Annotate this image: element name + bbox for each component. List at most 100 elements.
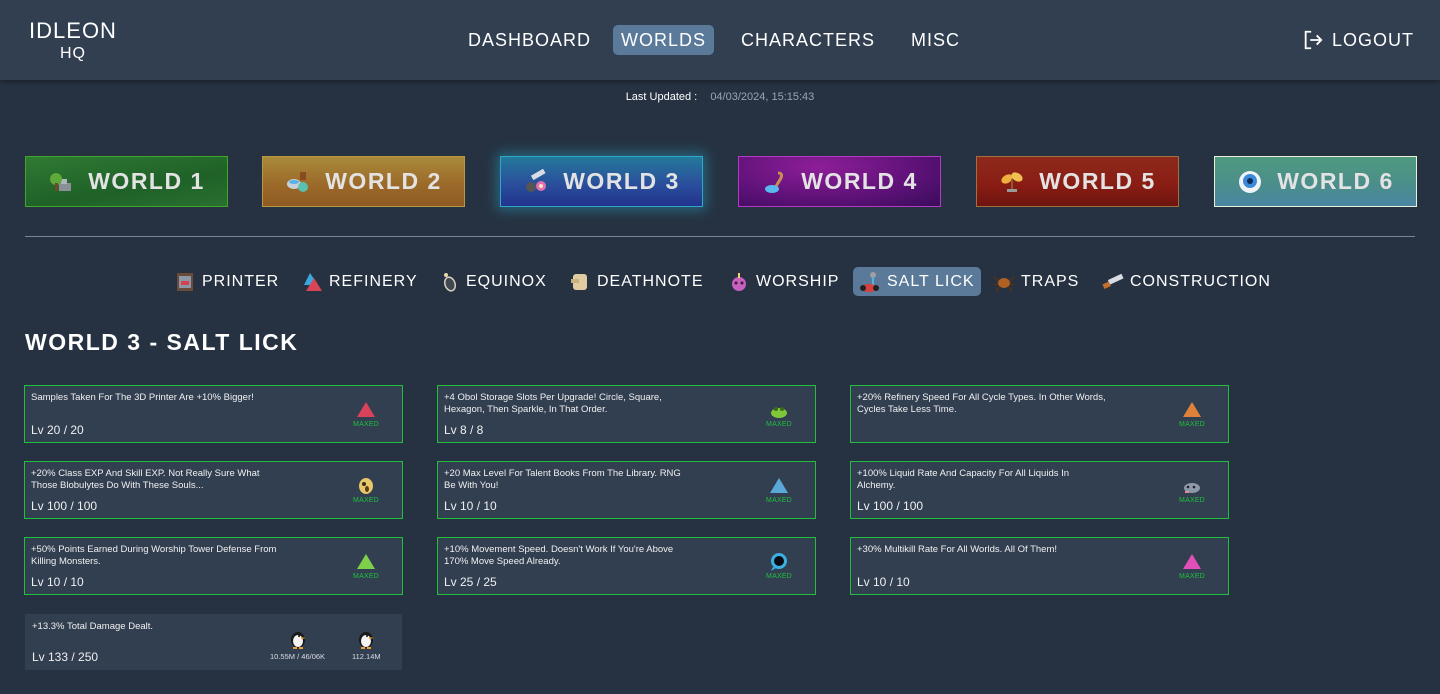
bonus-item: MAXED [765, 400, 793, 428]
green-salt-icon [357, 554, 375, 569]
tab-printer-label: PRINTER [202, 272, 280, 290]
logout-button[interactable]: LOGOUT [1302, 28, 1414, 52]
maxed-label: MAXED [353, 497, 379, 504]
bonus-description: +50% Points Earned During Worship Tower … [31, 544, 277, 567]
bonus-level: Lv 133 / 250 [32, 650, 99, 664]
gaming-sprout-icon [1001, 171, 1023, 192]
main-nav: DASHBOARD WORLDS CHARACTERS MISC [0, 25, 1440, 55]
world-4-button[interactable]: WORLD 4 [738, 156, 941, 207]
nav-characters[interactable]: CHARACTERS [733, 25, 883, 55]
section-divider [25, 236, 1415, 237]
bonus-card: +13.3% Total Damage Dealt. Lv 133 / 250 … [25, 614, 402, 670]
bonus-description: +4 Obol Storage Slots Per Upgrade! Circl… [444, 392, 662, 415]
penguin-icon [359, 632, 375, 649]
maxed-label: MAXED [1179, 497, 1205, 504]
soul-ghost-icon [359, 478, 373, 494]
trap-spider-icon [993, 275, 1015, 291]
bonus-level: Lv 10 / 10 [444, 499, 497, 513]
world-6-button[interactable]: WORLD 6 [1214, 156, 1417, 207]
nav-worlds[interactable]: WORLDS [613, 25, 715, 55]
bonus-item: MAXED [352, 400, 380, 428]
bonus-description: +100% Liquid Rate And Capacity For All L… [857, 468, 1070, 491]
world-5-button[interactable]: WORLD 5 [976, 156, 1179, 207]
tab-worship-label: WORSHIP [756, 272, 840, 290]
bonus-card: +20 Max Level For Talent Books From The … [437, 461, 816, 519]
world-4-label: WORLD 4 [801, 168, 918, 194]
maxed-label: MAXED [766, 421, 792, 428]
tab-deathnote-label: DEATHNOTE [597, 272, 704, 290]
blue-orb-icon [771, 553, 787, 571]
tab-traps[interactable]: TRAPS [987, 267, 1085, 296]
tab-deathnote[interactable]: DEATHNOTE [563, 267, 709, 296]
worship-skull-icon [732, 272, 746, 291]
world-3-label: WORLD 3 [563, 168, 680, 194]
saw-icon [1102, 273, 1124, 289]
bonus-item: MAXED [1178, 476, 1206, 504]
world-1-button[interactable]: WORLD 1 [25, 156, 228, 207]
salt-lick-icon [860, 271, 879, 292]
green-frog-icon [771, 407, 787, 418]
maxed-label: MAXED [766, 497, 792, 504]
tab-refinery[interactable]: REFINERY [295, 267, 424, 296]
tab-equinox-label: EQUINOX [466, 272, 547, 290]
tab-traps-label: TRAPS [1021, 272, 1080, 290]
bonus-description: +30% Multikill Rate For All Worlds. All … [857, 544, 1058, 555]
bonus-item: MAXED [352, 476, 380, 504]
tab-salt-lick[interactable]: SALT LICK [853, 267, 981, 296]
bonus-level: Lv 100 / 100 [31, 499, 98, 513]
tab-construction-label: CONSTRUCTION [1130, 272, 1271, 290]
penguin-icon [290, 632, 306, 649]
tab-construction[interactable]: CONSTRUCTION [1096, 267, 1277, 296]
deathnote-scroll-icon [571, 273, 587, 290]
last-updated-value: 04/03/2024, 15:15:43 [710, 91, 815, 103]
tab-refinery-label: REFINERY [329, 272, 418, 290]
cost-value: 10.55M / 46/06K [270, 652, 326, 661]
cost-item: 10.55M / 46/06K [270, 629, 325, 661]
farming-eye-icon [1239, 170, 1262, 193]
anvil-tree-icon [50, 172, 72, 191]
bonus-level: Lv 20 / 20 [31, 423, 84, 437]
bonus-level: Lv 25 / 25 [444, 575, 497, 589]
last-updated: Last Updated : 04/03/2024, 15:15:43 [0, 91, 1440, 103]
cost-item: 112.14M [352, 629, 381, 661]
tab-salt-lick-label: SALT LICK [887, 272, 975, 290]
printer-icon [177, 272, 193, 291]
tab-worship[interactable]: WORSHIP [722, 267, 845, 296]
bonus-card: +20% Refinery Speed For All Cycle Types.… [850, 385, 1229, 443]
bonus-description: +20 Max Level For Talent Books From The … [444, 468, 681, 491]
world-3-button[interactable]: WORLD 3 [500, 156, 703, 207]
top-navbar: IDLEON HQ DASHBOARD WORLDS CHARACTERS MI… [0, 0, 1440, 80]
bonus-item: MAXED [352, 552, 380, 580]
bonus-description: +20% Refinery Speed For All Cycle Types.… [857, 392, 1106, 415]
world-2-button[interactable]: WORLD 2 [262, 156, 465, 207]
bonus-card: +4 Obol Storage Slots Per Upgrade! Circl… [437, 385, 816, 443]
page-title: WORLD 3 - SALT LICK [25, 329, 299, 355]
world-6-label: WORLD 6 [1277, 168, 1394, 194]
maxed-label: MAXED [1179, 573, 1205, 580]
bonus-item: MAXED [1178, 552, 1206, 580]
maxed-label: MAXED [353, 421, 379, 428]
world-5-label: WORLD 5 [1039, 168, 1156, 194]
gray-rat-icon [1184, 483, 1200, 493]
bonus-level: Lv 8 / 8 [444, 423, 484, 437]
bonus-level: Lv 10 / 10 [31, 575, 84, 589]
nav-misc[interactable]: MISC [903, 25, 968, 55]
alchemy-cauldron-icon [287, 171, 309, 192]
red-salt-icon [357, 402, 375, 417]
pink-salt-icon [1183, 554, 1201, 569]
bonus-card: +100% Liquid Rate And Capacity For All L… [850, 461, 1229, 519]
world-2-label: WORLD 2 [325, 168, 442, 194]
bonus-level: Lv 100 / 100 [857, 499, 924, 513]
nav-dashboard[interactable]: DASHBOARD [460, 25, 599, 55]
bonus-description: +10% Movement Speed. Doesn't Work If You… [444, 544, 674, 567]
bonus-item: MAXED [1178, 400, 1206, 428]
bonus-item: MAXED [765, 476, 793, 504]
tab-printer[interactable]: PRINTER [168, 267, 285, 296]
tab-equinox[interactable]: EQUINOX [432, 267, 553, 296]
bonus-item: MAXED [765, 552, 793, 580]
maxed-label: MAXED [1179, 421, 1205, 428]
logout-label: LOGOUT [1331, 30, 1414, 50]
construction-saw-icon [526, 168, 547, 192]
logout-icon [1304, 30, 1323, 50]
maxed-label: MAXED [353, 573, 379, 580]
